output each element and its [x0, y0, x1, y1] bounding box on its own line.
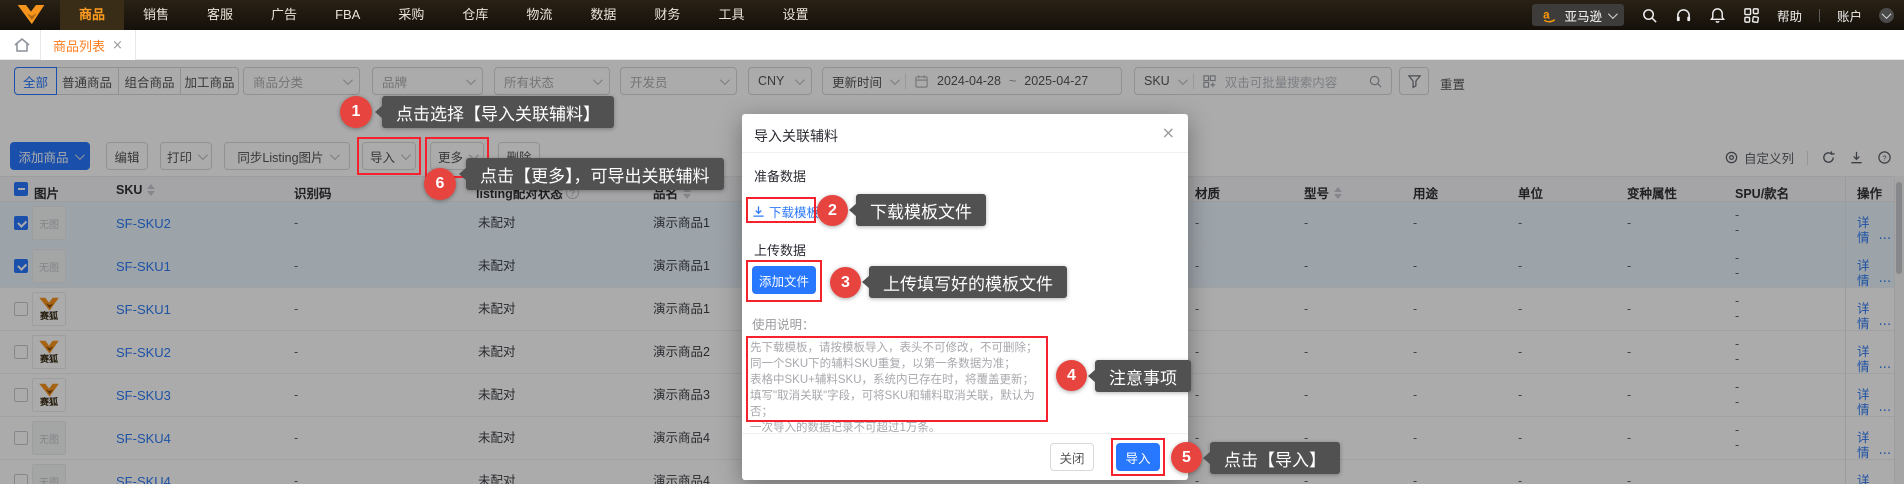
nav-item-data[interactable]: 数据 [571, 0, 635, 30]
tab-close-icon[interactable]: × [112, 38, 123, 53]
help-link[interactable]: 帮助 [1777, 6, 1802, 25]
prepare-data-label: 准备数据 [754, 169, 807, 184]
marketplace-switcher[interactable]: a 亚马逊 [1532, 4, 1624, 26]
chevron-down-icon [1607, 8, 1618, 19]
notifications-bell-icon[interactable] [1709, 7, 1726, 24]
svg-text:a: a [1544, 8, 1551, 21]
apps-grid-icon[interactable] [1743, 7, 1760, 24]
upload-data-label: 上传数据 [754, 243, 807, 258]
divider [742, 152, 1188, 153]
account-caret[interactable] [1879, 7, 1894, 23]
usage-instructions: 先下载模板，请按模板导入，表头不可修改，不可删除； 同一个SKU下的辅料SKU重… [750, 340, 1042, 436]
divider [742, 433, 1188, 434]
tab-bar: 商品列表 × [0, 30, 1904, 60]
topnav-right-cluster: a 亚马逊 帮助 账户 [1532, 0, 1894, 30]
usage-title: 使用说明： [752, 318, 815, 332]
search-icon[interactable] [1641, 7, 1658, 24]
usage-line: 同一个SKU下的辅料SKU重复，以第一条数据为准； [750, 358, 1016, 370]
amazon-icon: a [1544, 8, 1556, 22]
nav-item-warehouse[interactable]: 仓库 [443, 0, 507, 30]
chevron-down-icon [1881, 8, 1892, 19]
callout-step-4: 4 [1056, 360, 1087, 391]
nav-item-products[interactable]: 商品 [60, 0, 125, 30]
home-tab-icon[interactable] [12, 36, 32, 54]
download-icon [753, 206, 764, 217]
callout-step-5: 5 [1171, 442, 1202, 473]
nav-item-settings[interactable]: 设置 [763, 0, 827, 30]
close-icon[interactable]: × [1162, 123, 1175, 142]
nav-item-fba[interactable]: FBA [316, 0, 379, 30]
usage-line: 先下载模板，请按模板导入，表头不可修改，不可删除； [750, 342, 1038, 354]
support-headset-icon[interactable] [1675, 7, 1692, 24]
close-button[interactable]: 关闭 [1050, 443, 1094, 471]
add-file-button[interactable]: 添加文件 [752, 266, 816, 294]
callout-tooltip-3: 上传填写好的模板文件 [869, 266, 1067, 298]
tab-product-list[interactable]: 商品列表 × [40, 30, 136, 60]
nav-item-logistics[interactable]: 物流 [507, 0, 571, 30]
callout-step-2: 2 [817, 195, 848, 226]
callout-step-6: 6 [424, 168, 456, 200]
app-screen: 商品 销售 客服 广告 FBA 采购 仓库 物流 数据 财务 工具 设置 a 亚… [0, 0, 1904, 484]
callout-step-3: 3 [830, 267, 861, 298]
nav-item-tools[interactable]: 工具 [699, 0, 763, 30]
nav-item-purchase[interactable]: 采购 [379, 0, 443, 30]
usage-line: 表格中SKU+辅料SKU，系统内已存在时，将覆盖更新； [750, 374, 1035, 386]
callout-tooltip-1: 点击选择【导入关联辅料】 [382, 96, 614, 128]
callout-step-1: 1 [340, 96, 372, 128]
import-submit-button[interactable]: 导入 [1116, 443, 1160, 471]
nav-item-ads[interactable]: 广告 [252, 0, 316, 30]
callout-tooltip-5: 点击【导入】 [1210, 442, 1340, 474]
divider [1818, 8, 1820, 22]
callout-tooltip-2: 下载模板文件 [856, 194, 986, 226]
tab-label: 商品列表 [53, 38, 106, 54]
marketplace-label: 亚马逊 [1564, 9, 1602, 24]
nav-item-finance[interactable]: 财务 [635, 0, 699, 30]
callout-tooltip-4: 注意事项 [1095, 360, 1191, 392]
nav-item-sales[interactable]: 销售 [124, 0, 188, 30]
top-navbar: 商品 销售 客服 广告 FBA 采购 仓库 物流 数据 财务 工具 设置 a 亚… [0, 0, 1904, 30]
nav-item-service[interactable]: 客服 [188, 0, 252, 30]
download-template-link[interactable]: 下载模板 [752, 202, 819, 221]
account-menu[interactable]: 账户 [1837, 6, 1862, 25]
modal-title: 导入关联辅料 [754, 128, 838, 144]
usage-line: 填写"取消关联"字段，可将SKU和辅料取消关联，默认为否； [750, 390, 1035, 418]
brand-fox-icon [17, 5, 45, 25]
callout-tooltip-6: 点击【更多】，可导出关联辅料 [466, 158, 724, 190]
